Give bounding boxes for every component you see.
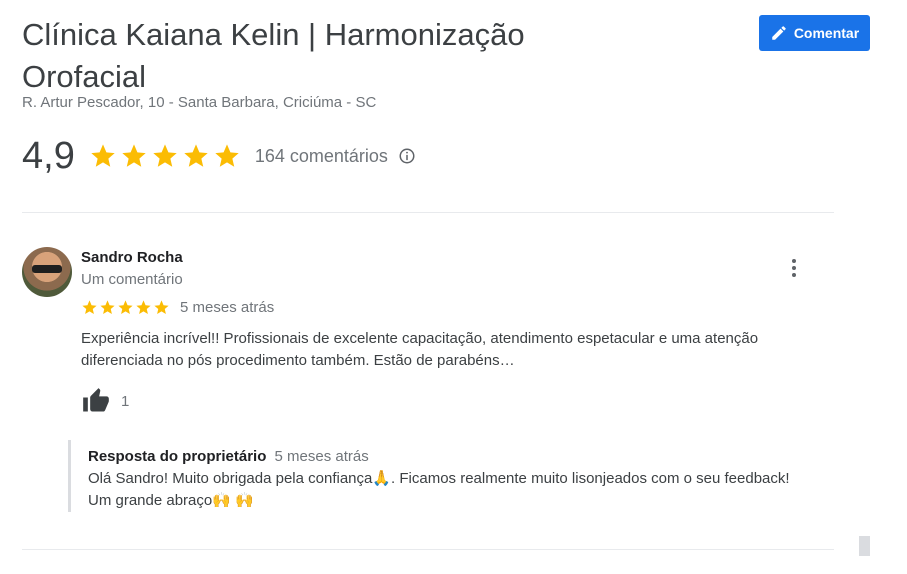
rating-stars xyxy=(89,142,241,170)
star-icon xyxy=(153,144,177,167)
owner-reply: Resposta do proprietário 5 meses atrás O… xyxy=(68,440,808,512)
avatar[interactable] xyxy=(22,247,72,297)
reviewer-review-count: Um comentário xyxy=(81,271,183,288)
review-rating: 5 meses atrás xyxy=(81,296,274,318)
owner-reply-label: Resposta do proprietário xyxy=(88,448,267,465)
star-icon xyxy=(136,299,151,314)
star-icon xyxy=(215,144,239,167)
owner-reply-time: 5 meses atrás xyxy=(274,448,369,465)
star-icon xyxy=(82,299,97,314)
owner-reply-text: Olá Sandro! Muito obrigada pela confianç… xyxy=(88,470,790,509)
comment-button-label: Comentar xyxy=(793,25,860,41)
star-icon xyxy=(100,299,115,314)
like-count: 1 xyxy=(121,392,130,410)
review-stars xyxy=(81,299,170,316)
review-text: Experiência incrível!! Profissionais de … xyxy=(81,330,759,369)
place-title: Clínica Kaiana Kelin | Harmonização Orof… xyxy=(22,17,525,94)
place-address: R. Artur Pescador, 10 - Santa Barbara, C… xyxy=(22,94,377,111)
like-button[interactable]: 1 xyxy=(81,387,129,415)
star-icon xyxy=(184,144,208,167)
review-count[interactable]: 164 comentários xyxy=(255,146,388,167)
divider xyxy=(22,212,834,213)
info-icon[interactable] xyxy=(398,147,416,165)
reviewer-name[interactable]: Sandro Rocha xyxy=(81,249,183,266)
star-icon xyxy=(91,144,115,167)
rating-value: 4,9 xyxy=(22,134,75,177)
divider xyxy=(22,549,834,550)
star-icon xyxy=(122,144,146,167)
more-vert-icon[interactable] xyxy=(786,258,802,280)
review-time: 5 meses atrás xyxy=(180,298,275,316)
comment-button[interactable]: Comentar xyxy=(759,15,870,51)
thumb-up-icon xyxy=(83,388,109,412)
star-icon xyxy=(154,299,169,314)
pencil-icon xyxy=(772,26,786,40)
star-icon xyxy=(118,299,133,314)
rating-summary: 4,9 164 comentários xyxy=(22,134,416,178)
scrollbar-thumb[interactable] xyxy=(859,536,870,556)
